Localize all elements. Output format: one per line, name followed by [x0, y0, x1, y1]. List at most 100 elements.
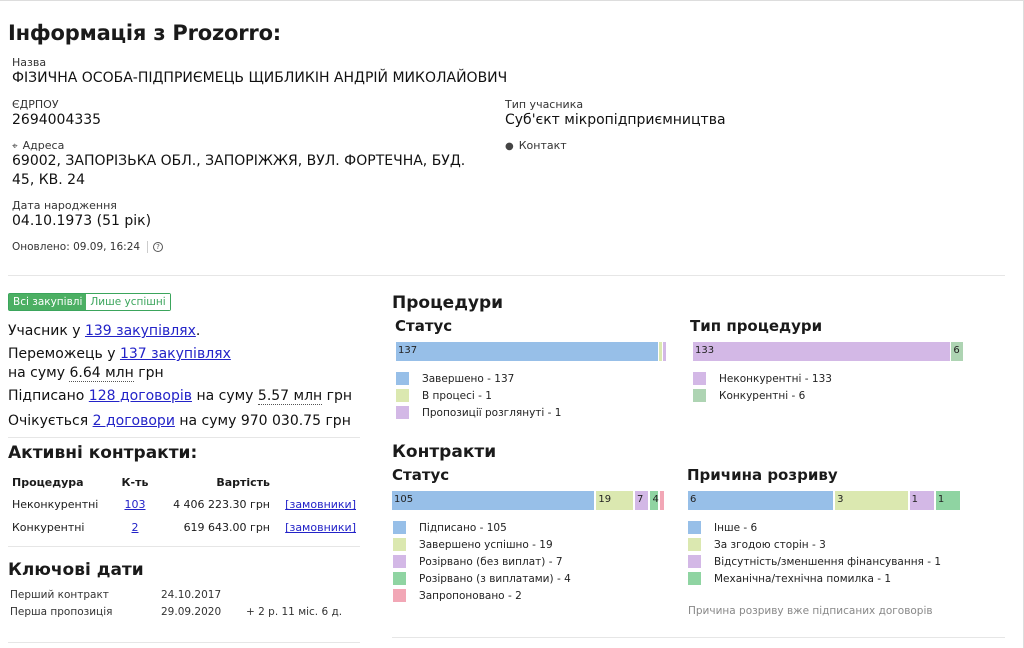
- column-header: [274, 471, 360, 493]
- legend-item: Механічна/технічна помилка - 1: [688, 570, 941, 587]
- address-line-2: 45, КВ. 24: [12, 172, 85, 188]
- successful-only-tab[interactable]: Лише успішні: [86, 294, 170, 310]
- legend-swatch: [688, 538, 701, 551]
- bar-segment: 7: [634, 491, 649, 510]
- bar-segment: 105: [392, 491, 595, 510]
- legend-item: За згодою сторін - 3: [688, 536, 941, 553]
- bar-segment-label: 7: [636, 494, 644, 505]
- bar-segment-label: 6: [953, 345, 960, 356]
- edrpou-value: 2694004335: [12, 112, 102, 128]
- winner-link[interactable]: 137 закупівлях: [120, 346, 231, 362]
- procedures-status-legend: Завершено - 137 В процесі - 1 Пропозиції р…: [396, 370, 561, 421]
- contact-label: Контакт: [518, 139, 567, 152]
- legend-label: В процесі - 1: [422, 389, 492, 402]
- legend-label: Завершено - 137: [422, 372, 515, 385]
- winner-sum-value: 6.64 млн: [69, 365, 134, 382]
- divider: [8, 437, 360, 438]
- purchase-filter-toggle: Всі закупівлі Лише успішні: [8, 293, 171, 311]
- bar-segment-label: 133: [695, 345, 715, 356]
- termination-reason-title: Причина розриву: [687, 466, 838, 484]
- divider: [147, 241, 148, 253]
- count-link[interactable]: 2: [132, 521, 139, 534]
- legend-item: Пропозиції розглянуті - 1: [396, 404, 561, 421]
- legend-swatch: [688, 572, 701, 585]
- legend-swatch: [393, 521, 406, 534]
- legend-swatch: [396, 389, 409, 402]
- address-label-row: ⌖ Адреса: [12, 139, 64, 152]
- legend-label: Механічна/технічна помилка - 1: [714, 572, 892, 585]
- legend-label: Інше - 6: [714, 521, 758, 534]
- bar-segment: 6: [688, 491, 834, 510]
- birth-date-value: 04.10.1973 (51 рік): [12, 213, 152, 229]
- legend-label: Завершено успішно - 19: [419, 538, 553, 551]
- legend-label: Запропоновано - 2: [419, 589, 522, 602]
- participant-stat: Учасник у 139 закупівлях.: [8, 323, 201, 339]
- legend-swatch: [693, 372, 706, 385]
- legend-item: В процесі - 1: [396, 387, 561, 404]
- map-pin-icon: ⌖: [12, 141, 18, 152]
- signed-contracts-link[interactable]: 128 договорів: [89, 388, 192, 404]
- first-contract-label: Перший контракт: [10, 589, 109, 601]
- customers-link[interactable]: [замовники]: [285, 498, 356, 511]
- legend-swatch: [396, 372, 409, 385]
- legend-label: За згодою сторін - 3: [714, 538, 826, 551]
- legend-label: Розірвано (з виплатами) - 4: [419, 572, 571, 585]
- legend-label: Відсутність/зменшення фінансування - 1: [714, 555, 942, 568]
- legend-item: Інше - 6: [688, 519, 941, 536]
- bar-segment-label: 1: [937, 494, 945, 505]
- winner-stat: Переможець у 137 закупівлях: [8, 346, 231, 362]
- legend-item: Неконкурентні - 133: [693, 370, 832, 387]
- bar-segment-label: 3: [837, 494, 844, 505]
- first-proposal-elapsed: + 2 р. 11 міс. 6 д.: [246, 606, 343, 618]
- legend-swatch: [393, 538, 406, 551]
- bar-segment-label: 137: [398, 345, 418, 356]
- divider: [8, 546, 360, 547]
- first-proposal-value: 29.09.2020: [161, 606, 222, 618]
- legend-swatch: [688, 555, 701, 568]
- legend-label: Неконкурентні - 133: [719, 372, 832, 385]
- legend-item: Запропоновано - 2: [393, 587, 571, 604]
- legend-item: Розірвано (з виплатами) - 4: [393, 570, 571, 587]
- contact-button[interactable]: ● Контакт: [505, 139, 567, 152]
- bar-segment: 1: [935, 491, 960, 510]
- column-header: К-ть: [121, 475, 149, 489]
- count-link[interactable]: 103: [125, 498, 146, 511]
- legend-swatch: [393, 589, 406, 602]
- bar-segment-label: 1: [911, 494, 918, 505]
- bar-segment: 4: [650, 491, 659, 510]
- legend-label: Розірвано (без виплат) - 7: [419, 555, 563, 568]
- legend-item: Завершено - 137: [396, 370, 561, 387]
- table-row: Неконкурентні 103 4 406 223.30 грн [замо…: [12, 498, 356, 511]
- participant-link[interactable]: 139 закупівлях: [85, 323, 196, 339]
- table-row: Конкурентні 2 619 643.00 грн [замовники]: [12, 521, 356, 534]
- bar-segment: 1: [909, 491, 934, 510]
- legend-label: Пропозиції розглянуті - 1: [422, 406, 562, 419]
- table-header-row: Процедура К-ть Вартість: [8, 471, 360, 493]
- bar-segment: 3: [835, 491, 908, 510]
- legend-item: Відсутність/зменшення фінансування - 1: [688, 553, 941, 570]
- procedure-type-legend: Неконкурентні - 133 Конкурентні - 6: [693, 370, 832, 404]
- help-icon[interactable]: ?: [153, 242, 163, 252]
- legend-swatch: [688, 521, 701, 534]
- termination-reason-legend: Інше - 6 За згодою сторін - 3 Відсутність/…: [688, 519, 941, 587]
- participant-type-label: Тип учасника: [505, 98, 584, 111]
- bar-segment: 19: [596, 491, 633, 510]
- legend-swatch: [393, 555, 406, 568]
- customers-link[interactable]: [замовники]: [285, 521, 356, 534]
- name-value: ФІЗИЧНА ОСОБА-ПІДПРИЄМЕЦЬ ЩИБЛИКІН АНДРІ…: [12, 70, 508, 86]
- divider: [392, 637, 1005, 638]
- bar-segment-label: 4: [652, 494, 659, 505]
- first-contract-value: 24.10.2017: [161, 589, 222, 601]
- edrpou-label: ЄДРПОУ: [12, 98, 59, 111]
- contracts-status-legend: Підписано - 105 Завершено успішно - 19 Роз…: [393, 519, 571, 604]
- bar-segment: [663, 342, 667, 361]
- expected-contracts-link[interactable]: 2 договори: [93, 413, 175, 429]
- address-line-1: 69002, ЗАПОРІЗЬКА ОБЛ., ЗАПОРІЖЖЯ, ВУЛ. …: [12, 153, 466, 169]
- bar-segment: [660, 491, 664, 510]
- page: Інформація з Prozorro: Назва ФІЗИЧНА ОСО…: [0, 0, 1024, 648]
- legend-item: Конкурентні - 6: [693, 387, 832, 404]
- contracts-status-title: Статус: [392, 466, 450, 484]
- signed-sum-value: 5.57 млн: [257, 388, 323, 405]
- all-purchases-tab[interactable]: Всі закупівлі: [9, 294, 87, 310]
- name-label: Назва: [12, 56, 47, 69]
